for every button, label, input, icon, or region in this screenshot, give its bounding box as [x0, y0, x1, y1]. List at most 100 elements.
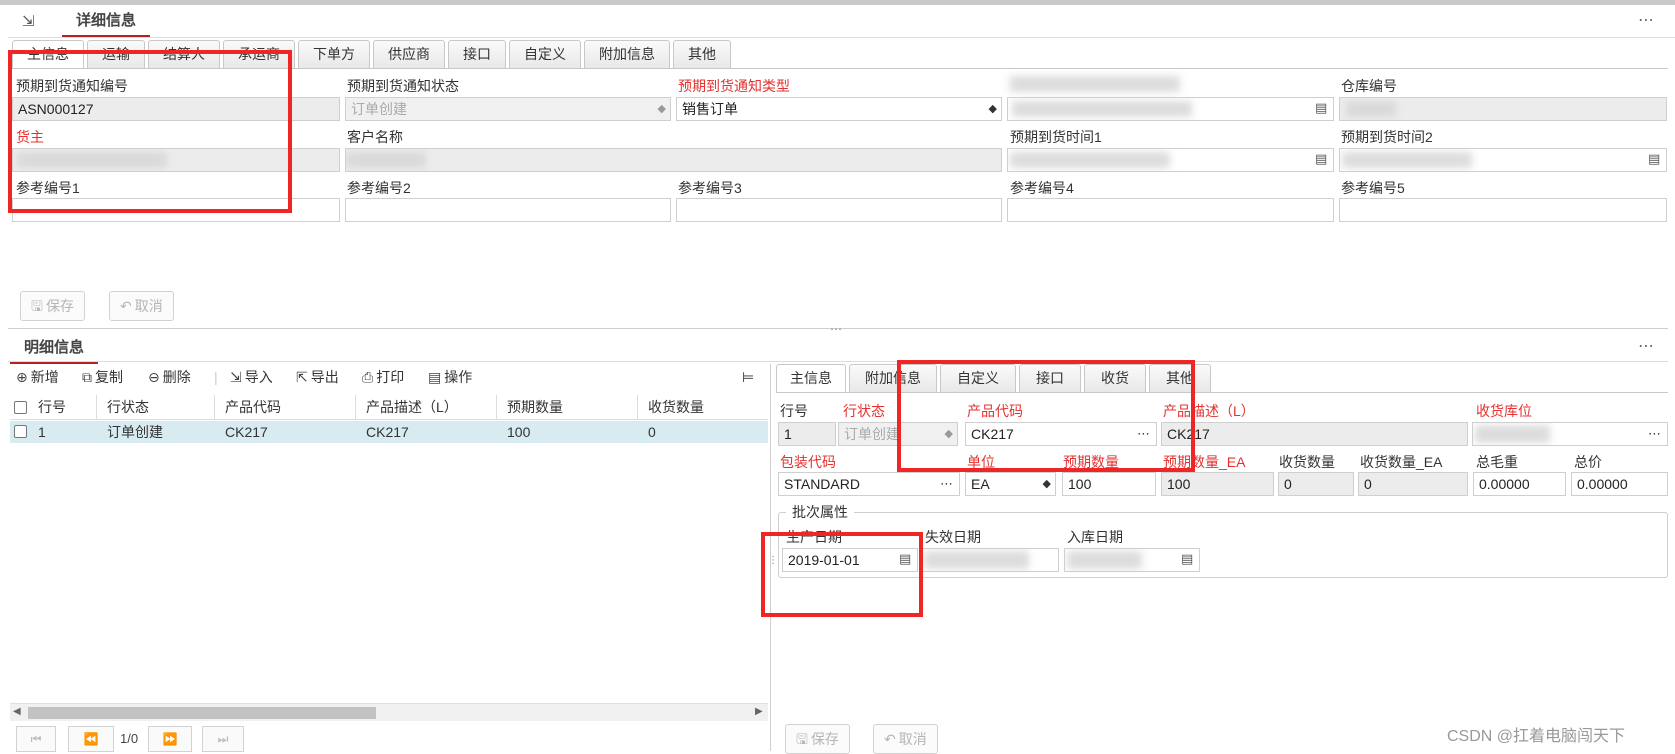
horizontal-scrollbar[interactable]: ◀ ▶: [10, 703, 768, 721]
line-no-input[interactable]: 1: [778, 422, 836, 446]
row-checkbox[interactable]: [14, 425, 27, 438]
production-date-input[interactable]: 2019-01-01 ▤: [782, 548, 918, 572]
lookup-icon[interactable]: ⋯: [1137, 423, 1151, 445]
calendar-icon[interactable]: ▤: [1315, 100, 1329, 116]
col-description[interactable]: 产品描述（L）: [366, 395, 458, 419]
save-button[interactable]: 🖫 保存: [20, 291, 85, 321]
redacted-value: [1475, 425, 1550, 443]
calendar-icon[interactable]: ▤: [1181, 551, 1195, 567]
asn-no-input[interactable]: ASN000127: [12, 97, 340, 121]
first-page-button[interactable]: ⏮: [16, 726, 56, 752]
tab-carrier[interactable]: 承运商: [223, 40, 295, 68]
tab-supplier[interactable]: 供应商: [373, 40, 445, 68]
owner-input[interactable]: [12, 148, 340, 172]
tab-main-info[interactable]: 主信息: [12, 40, 84, 69]
toggle-columns-icon[interactable]: ⊨: [742, 364, 754, 390]
redacted-value: [1012, 101, 1192, 117]
line-tab-interface[interactable]: 接口: [1019, 364, 1081, 392]
expected-qty-ea-input[interactable]: 100: [1161, 472, 1274, 496]
asn-type-select[interactable]: 销售订单 ◆: [676, 97, 1002, 121]
detail-lines-title[interactable]: 明细信息: [10, 336, 99, 364]
arrival-time2-input[interactable]: ▤: [1339, 148, 1667, 172]
calendar-icon[interactable]: ▤: [1315, 151, 1329, 167]
next-page-button[interactable]: ⏩: [148, 726, 192, 752]
tab-settler[interactable]: 结算人: [148, 40, 220, 68]
warehouse-input[interactable]: [1339, 97, 1667, 121]
row-line-no: 1: [38, 424, 46, 440]
line-tab-receiving[interactable]: 收货: [1084, 364, 1146, 392]
ref4-input[interactable]: [1007, 198, 1334, 222]
received-qty-ea-input[interactable]: 0: [1358, 472, 1468, 496]
splitter-handle-icon[interactable]: ⋮: [768, 555, 778, 566]
select-all-checkbox[interactable]: [14, 401, 27, 414]
more-options-icon[interactable]: ⋯: [1638, 10, 1655, 30]
customer-input[interactable]: [345, 148, 1002, 172]
cancel-button[interactable]: ↶ 取消: [109, 291, 174, 321]
scroll-thumb[interactable]: [28, 707, 376, 719]
pack-code-input[interactable]: STANDARD ⋯: [778, 472, 960, 496]
total-price-input[interactable]: 0.00000: [1571, 472, 1668, 496]
tab-interface[interactable]: 接口: [448, 40, 506, 68]
ref5-input[interactable]: [1339, 198, 1667, 222]
uom-select[interactable]: EA ◆: [965, 472, 1056, 496]
scroll-left-icon[interactable]: ◀: [13, 706, 21, 717]
line-status-select[interactable]: 订单创建 ◆: [838, 422, 958, 446]
delete-button[interactable]: ⊖ 删除: [148, 364, 191, 390]
calendar-icon[interactable]: ▤: [1648, 151, 1662, 167]
col-received-qty[interactable]: 收货数量: [648, 395, 704, 419]
line-save-button[interactable]: 🖫 保存: [785, 724, 850, 754]
col-line-status[interactable]: 行状态: [107, 395, 149, 419]
line-tab-additional[interactable]: 附加信息: [849, 364, 937, 392]
description-input[interactable]: CK217: [1161, 422, 1468, 446]
more-options-icon[interactable]: ⋯: [1638, 336, 1655, 356]
gross-weight-input[interactable]: 0.00000: [1473, 472, 1566, 496]
export-button[interactable]: ⇱ 导出: [296, 364, 339, 390]
import-button[interactable]: ⇲ 导入: [230, 364, 273, 390]
ref3-label: 参考编号3: [678, 180, 742, 196]
scroll-right-icon[interactable]: ▶: [755, 706, 763, 717]
line-cancel-button[interactable]: ↶ 取消: [873, 724, 938, 754]
copy-button[interactable]: ⧉ 复制: [82, 364, 123, 390]
prev-page-button[interactable]: ⏪: [68, 726, 114, 752]
calendar-icon[interactable]: ▤: [899, 551, 913, 567]
panel-title[interactable]: 详细信息: [62, 9, 151, 37]
splitter-handle-icon[interactable]: ⋯: [830, 322, 842, 336]
ref3-input[interactable]: [676, 198, 1002, 222]
line-tab-other[interactable]: 其他: [1149, 364, 1211, 392]
undo-icon: ↶: [884, 731, 896, 747]
line-tab-main[interactable]: 主信息: [776, 364, 846, 393]
expiry-date-input[interactable]: [921, 548, 1059, 572]
tab-additional[interactable]: 附加信息: [584, 40, 670, 68]
received-qty-input[interactable]: 0: [1278, 472, 1354, 496]
lookup-icon[interactable]: ⋯: [1648, 423, 1662, 445]
tab-orderer[interactable]: 下单方: [298, 40, 370, 68]
tab-custom[interactable]: 自定义: [509, 40, 581, 68]
table-row[interactable]: 1 订单创建 CK217 CK217 100 0: [10, 421, 768, 443]
inbound-date-input[interactable]: ▤: [1064, 548, 1200, 572]
customer-label: 客户名称: [347, 129, 403, 145]
col-sku[interactable]: 产品代码: [225, 395, 281, 419]
redacted-input[interactable]: ▤: [1007, 97, 1334, 121]
asn-status-select[interactable]: 订单创建 ◆: [345, 97, 671, 121]
batch-attributes-legend: 批次属性: [786, 502, 854, 522]
line-status-value: 订单创建: [844, 426, 900, 442]
add-button[interactable]: ⊕ 新增: [16, 364, 59, 390]
tab-other[interactable]: 其他: [673, 40, 731, 68]
gross-weight-label: 总毛重: [1476, 454, 1518, 470]
receiving-location-input[interactable]: ⋯: [1472, 422, 1668, 446]
lookup-icon[interactable]: ⋯: [940, 473, 954, 495]
col-divider: [637, 395, 638, 420]
arrival-time1-input[interactable]: ▤: [1007, 148, 1334, 172]
tab-transport[interactable]: 运输: [87, 40, 145, 68]
print-button[interactable]: ⎙ 打印: [362, 364, 404, 390]
col-line-no[interactable]: 行号: [38, 395, 66, 419]
operate-button[interactable]: ▤ 操作: [428, 364, 472, 390]
collapse-icon[interactable]: ⇲: [22, 12, 42, 32]
col-expected-qty[interactable]: 预期数量: [507, 395, 563, 419]
ref2-input[interactable]: [345, 198, 671, 222]
sku-input[interactable]: CK217 ⋯: [965, 422, 1157, 446]
line-tab-custom[interactable]: 自定义: [940, 364, 1016, 392]
ref1-input[interactable]: [12, 198, 340, 222]
last-page-button[interactable]: ⏭: [202, 726, 244, 752]
expected-qty-input[interactable]: 100: [1062, 472, 1156, 496]
